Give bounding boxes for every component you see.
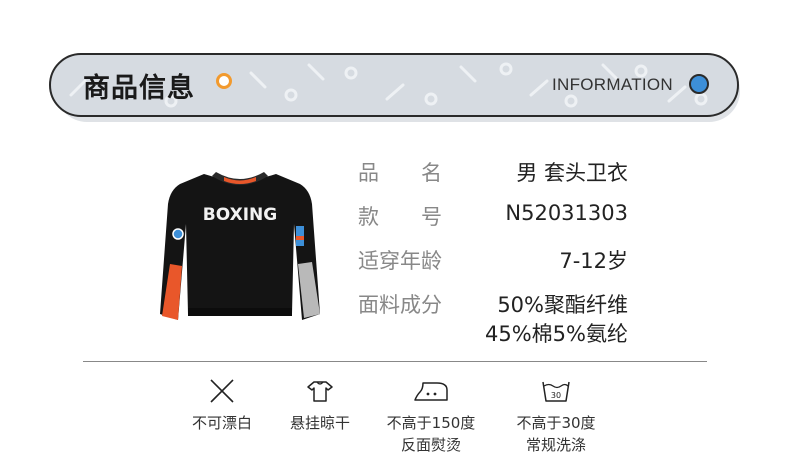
spec-value-name: 男 套头卫衣 [516, 161, 628, 185]
care-item-wash: 30 不高于30度 常规洗涤 [496, 378, 616, 456]
spec-label-age: 适穿年龄 [358, 249, 442, 273]
header-banner: 商品信息 INFORMATION [49, 53, 739, 117]
section-title-en: INFORMATION [551, 75, 673, 94]
care-item-iron: 不高于150度 反面熨烫 [371, 378, 491, 456]
blue-circle-icon [689, 74, 709, 94]
print-text: BOXING [203, 205, 277, 225]
spec-value-fabric-2: 45%棉5%氨纶 [485, 322, 628, 346]
spec-label-fabric: 面料成分 [358, 293, 442, 317]
hang-dry-icon [307, 381, 333, 402]
divider [83, 361, 707, 362]
section-title: 商品信息 [83, 73, 195, 104]
care-label: 不高于150度 [386, 414, 476, 432]
care-label-2: 反面熨烫 [400, 436, 461, 454]
spec-value-style: N52031303 [505, 201, 628, 225]
care-label: 悬挂晾干 [289, 414, 350, 432]
care-label: 不高于30度 [516, 414, 596, 432]
spec-label-name: 品 名 [358, 161, 442, 185]
spec-value-fabric-1: 50%聚酯纤维 [497, 293, 628, 317]
orange-dot-icon [216, 73, 232, 89]
wash-30-icon: 30 [542, 381, 570, 402]
no-bleach-icon [210, 379, 234, 403]
wash-temp: 30 [551, 391, 561, 400]
spec-label-style: 款 号 [358, 205, 442, 229]
spec-value-age: 7-12岁 [559, 249, 628, 273]
care-item-hang-dry: 悬挂晾干 [260, 378, 380, 434]
iron-150-icon [414, 382, 448, 401]
product-image: BOXING [160, 172, 320, 320]
care-label-2: 常规洗涤 [525, 436, 586, 454]
